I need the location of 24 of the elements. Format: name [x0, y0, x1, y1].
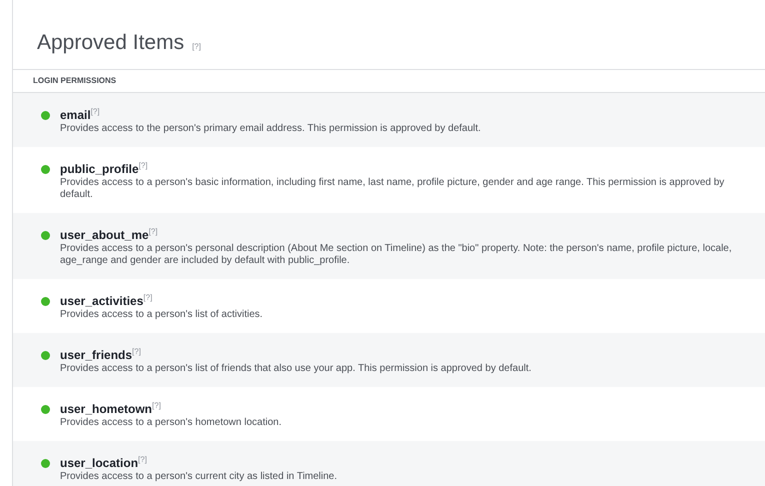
permission-description: Provides access to a person's current city as listed in Timeline.	[60, 471, 338, 483]
section-header: LOGIN PERMISSIONS	[33, 75, 116, 87]
help-link[interactable]: [?]	[90, 107, 100, 117]
permission-name: public_profile	[60, 161, 139, 177]
permission-description: Provides access to the person's primary email address. This permission is approved by default.	[60, 123, 481, 135]
help-link[interactable]: [?]	[138, 455, 147, 465]
page-title: Approved Items	[37, 32, 184, 53]
permission-name: user_activities	[60, 293, 144, 309]
help-link[interactable]: [?]	[132, 347, 141, 357]
permission-name: user_hometown	[60, 401, 152, 417]
permission-name: user_friends	[60, 347, 132, 363]
help-link[interactable]: [?]	[143, 293, 152, 303]
permission-name: email	[60, 107, 91, 123]
permission-name: user_location	[60, 455, 138, 471]
permission-name: user_about_me	[60, 227, 149, 243]
permission-description: Provides access to a person's list of friends that also use your app. This permission is approved by default.	[60, 363, 532, 375]
permission-description: Provides access to a person's hometown location.	[60, 417, 282, 429]
permission-description: Provides access to a person's list of activities.	[60, 309, 263, 321]
help-link[interactable]: [?]	[148, 227, 158, 237]
help-link[interactable]: [?]	[192, 43, 201, 51]
help-link[interactable]: [?]	[138, 161, 148, 171]
help-link[interactable]: [?]	[152, 401, 161, 411]
permission-description: Provides access to a person's basic information, including first name, last name, profile picture, gender and age range. This permission is approved by default.	[60, 177, 726, 201]
permission-description: Provides access to a person's personal description (About Me section on Timeline) as the "bio" property. Note: the person's name, profile picture, locale, age_range and gender are included by default with public_profile.	[60, 243, 733, 267]
